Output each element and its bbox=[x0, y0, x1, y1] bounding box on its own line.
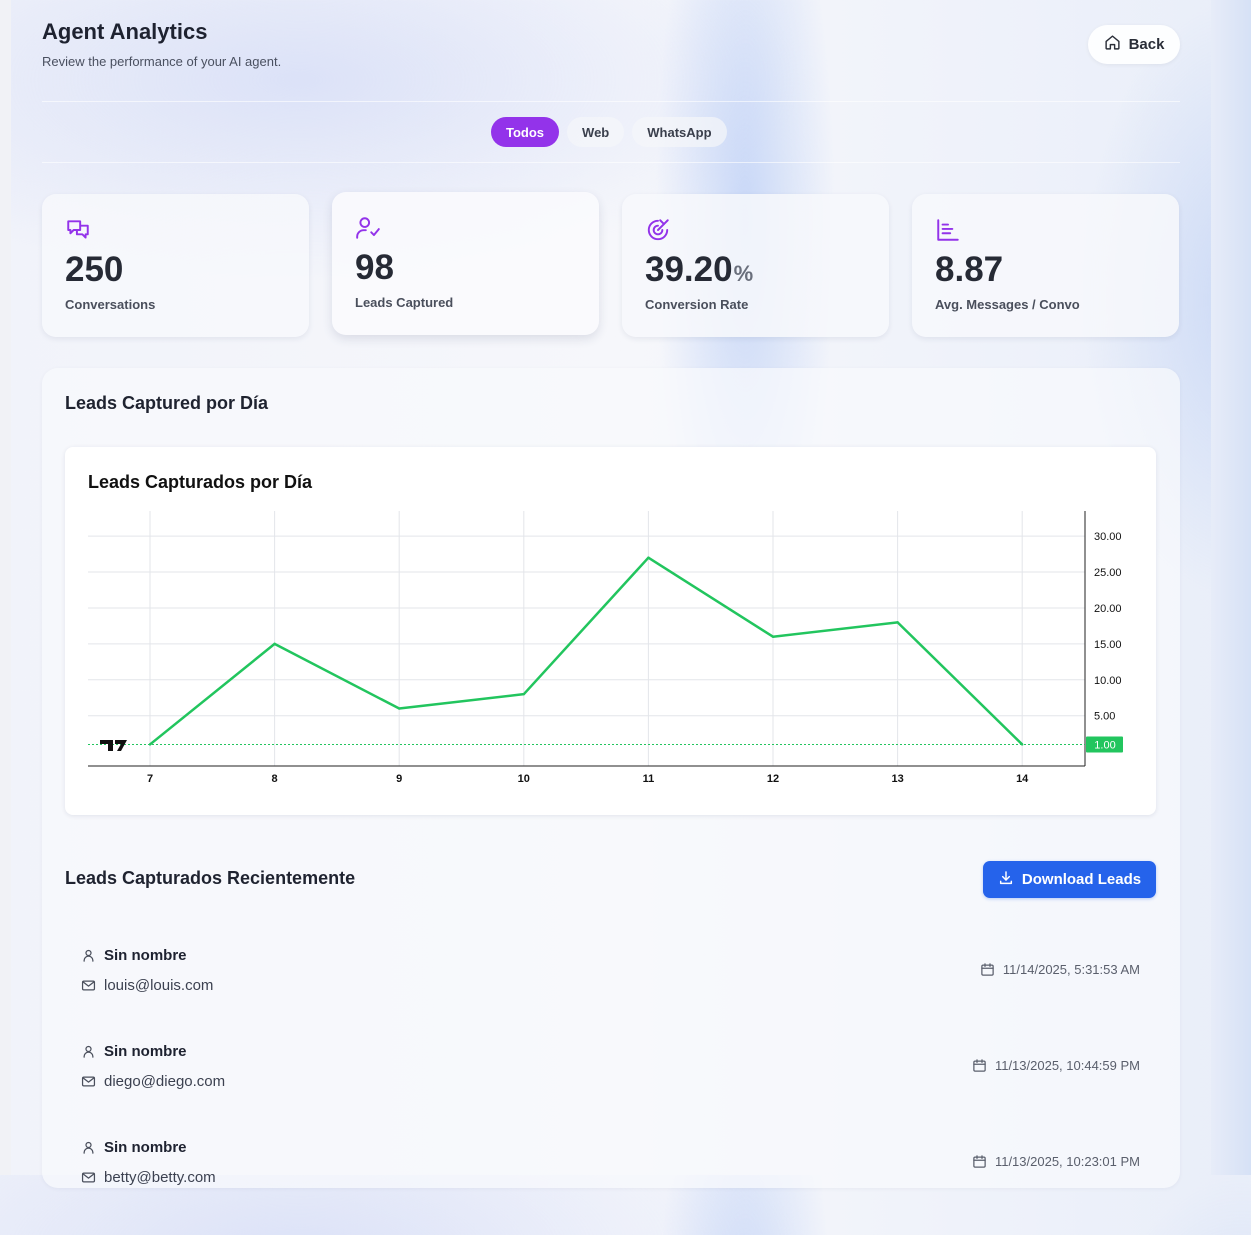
recent-leads-title: Leads Capturados Recientemente bbox=[65, 868, 356, 888]
chat-bubbles-icon bbox=[65, 217, 91, 243]
x-tick-label: 11 bbox=[643, 773, 655, 785]
lead-date-line: 11/13/2025, 10:23:01 PM bbox=[972, 1154, 1140, 1169]
y-tick-label: 15.00 bbox=[1094, 639, 1122, 651]
x-tick-label: 13 bbox=[891, 773, 903, 785]
left-edge bbox=[0, 0, 11, 1175]
data-point bbox=[771, 635, 775, 638]
calendar-icon bbox=[980, 962, 995, 977]
lead-email: betty@betty.com bbox=[104, 1169, 216, 1186]
target-arrow-icon bbox=[645, 217, 671, 243]
x-tick-label: 12 bbox=[767, 773, 779, 785]
lead-name-line: Sin nombre bbox=[81, 1139, 187, 1156]
stat-card-avg-messages: 8.87 Avg. Messages / Convo bbox=[912, 194, 1179, 337]
x-tick-label: 14 bbox=[1016, 773, 1029, 785]
lead-email-line: betty@betty.com bbox=[81, 1169, 216, 1186]
x-tick-label: 9 bbox=[396, 773, 402, 785]
lead-name-line: Sin nombre bbox=[81, 947, 187, 964]
divider bbox=[42, 101, 1180, 102]
data-point bbox=[522, 692, 525, 696]
lead-date: 11/13/2025, 10:23:01 PM bbox=[994, 1154, 1140, 1169]
x-tick-label: 10 bbox=[518, 773, 530, 785]
page-title: Agent Analytics bbox=[42, 19, 208, 44]
section-title: Leads Captured por Día bbox=[65, 393, 269, 413]
divider bbox=[42, 162, 1180, 163]
lead-date: 11/14/2025, 5:31:53 AM bbox=[1002, 962, 1140, 977]
y-tick-label: 10.00 bbox=[1094, 675, 1122, 687]
y-tick-label: 30.00 bbox=[1094, 531, 1122, 543]
mail-icon bbox=[81, 978, 96, 993]
right-edge bbox=[1211, 0, 1251, 1175]
lead-row[interactable]: Sin nombre betty@betty.com 11/13/2025, 1… bbox=[65, 1139, 1156, 1235]
tab-whatsapp[interactable]: WhatsApp bbox=[632, 117, 727, 147]
user-icon bbox=[81, 948, 96, 963]
data-point bbox=[896, 621, 899, 624]
calendar-icon bbox=[972, 1058, 987, 1073]
y-tick-label: 20.00 bbox=[1094, 603, 1122, 615]
download-icon bbox=[998, 870, 1014, 890]
stat-value: 250 bbox=[65, 250, 124, 289]
lead-email-line: diego@diego.com bbox=[81, 1073, 225, 1090]
data-point bbox=[398, 707, 401, 710]
data-point bbox=[647, 556, 650, 559]
lead-name: Sin nombre bbox=[104, 1139, 187, 1156]
y-tick-label: 25.00 bbox=[1094, 567, 1122, 579]
tab-todos[interactable]: Todos bbox=[491, 117, 560, 147]
last-value-label: 1.00 bbox=[1094, 739, 1115, 751]
back-button[interactable]: Back bbox=[1088, 25, 1180, 64]
page-subtitle: Review the performance of your AI agent. bbox=[42, 54, 282, 69]
leads-line-chart[interactable]: 5.00 10.00 15.00 20.00 25.00 30.00 7 8 9 10 11 12 13… bbox=[65, 447, 1156, 815]
mail-icon bbox=[81, 1074, 96, 1089]
lead-row[interactable]: Sin nombre diego@diego.com 11/13/2025, 1… bbox=[65, 1043, 1156, 1139]
stat-card-conversations: 250 Conversations bbox=[42, 194, 309, 337]
lead-date: 11/13/2025, 10:44:59 PM bbox=[994, 1058, 1140, 1073]
mail-icon bbox=[81, 1170, 96, 1185]
stat-label: Leads Captured bbox=[355, 295, 454, 310]
lead-email-line: louis@louis.com bbox=[81, 977, 213, 994]
x-tick-label: 8 bbox=[272, 773, 278, 785]
lead-email: diego@diego.com bbox=[104, 1073, 226, 1090]
lead-date-line: 11/14/2025, 5:31:53 AM bbox=[980, 962, 1140, 977]
data-point bbox=[1021, 743, 1024, 746]
channel-tabs: Todos Web WhatsApp bbox=[491, 117, 727, 147]
data-point bbox=[273, 642, 276, 646]
download-leads-label: Download Leads bbox=[1021, 871, 1142, 888]
stat-label: Conversations bbox=[65, 297, 156, 312]
y-tick-label: 5.00 bbox=[1094, 711, 1115, 723]
chart-watermark-logo bbox=[100, 740, 127, 751]
lead-name: Sin nombre bbox=[104, 947, 187, 964]
stat-card-conversion: 39.20% Conversion Rate bbox=[622, 194, 889, 337]
stat-card-leads: 98 Leads Captured bbox=[332, 192, 599, 335]
lead-row[interactable]: Sin nombre louis@louis.com 11/14/2025, 5… bbox=[65, 947, 1156, 1043]
bar-chart-icon bbox=[935, 217, 961, 243]
stat-value: 98 bbox=[355, 248, 394, 287]
lead-name: Sin nombre bbox=[104, 1043, 187, 1060]
lead-date-line: 11/13/2025, 10:44:59 PM bbox=[972, 1058, 1140, 1073]
back-button-label: Back bbox=[1128, 36, 1165, 53]
home-icon bbox=[1104, 34, 1121, 55]
stat-label: Avg. Messages / Convo bbox=[935, 297, 1080, 312]
lead-name-line: Sin nombre bbox=[81, 1043, 187, 1060]
stat-value: 39.20% bbox=[645, 250, 754, 289]
calendar-icon bbox=[972, 1154, 987, 1169]
lead-email: louis@louis.com bbox=[104, 977, 214, 994]
tab-web[interactable]: Web bbox=[567, 117, 625, 147]
data-point bbox=[148, 743, 152, 746]
stat-value: 8.87 bbox=[935, 250, 1004, 289]
stat-unit: % bbox=[733, 261, 754, 286]
download-leads-button[interactable]: Download Leads bbox=[983, 861, 1156, 898]
x-tick-label: 7 bbox=[147, 773, 153, 785]
user-icon bbox=[81, 1044, 96, 1059]
user-icon bbox=[81, 1140, 96, 1155]
stat-label: Conversion Rate bbox=[645, 297, 749, 312]
series-line bbox=[149, 556, 1024, 746]
user-check-icon bbox=[355, 215, 381, 241]
